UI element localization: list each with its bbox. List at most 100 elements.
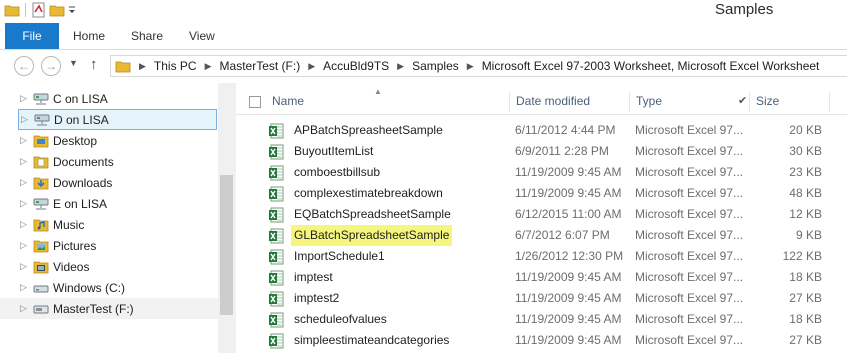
file-row[interactable]: ImportSchedule1 1/26/2012 12:30 PM Microso… xyxy=(259,246,829,267)
expand-arrow-icon[interactable]: ▷ xyxy=(20,93,30,104)
excel-file-icon xyxy=(268,270,284,289)
expand-arrow-icon[interactable]: ▷ xyxy=(20,135,30,146)
column-divider[interactable] xyxy=(509,92,510,112)
breadcrumb-accubld9ts[interactable]: AccuBld9TS xyxy=(323,59,389,73)
file-row[interactable]: APBatchSpreasheetSample 6/11/2012 4:44 PM… xyxy=(259,120,829,141)
videos-folder-icon xyxy=(33,261,49,273)
nav-item-windows-c[interactable]: ▷ Windows (C:) xyxy=(0,277,218,298)
up-one-level-icon[interactable]: ↑ xyxy=(90,56,98,73)
column-header-name[interactable]: Name xyxy=(272,88,304,114)
breadcrumb-this-pc[interactable]: This PC xyxy=(154,59,197,73)
nav-item-e-on-lisa[interactable]: ▷ E on LISA xyxy=(0,193,218,214)
chevron-right-icon[interactable]: ▶ xyxy=(139,61,146,72)
file-size: 23 KB xyxy=(789,165,822,179)
column-header-date[interactable]: Date modified xyxy=(516,88,590,114)
expand-arrow-icon[interactable]: ▷ xyxy=(20,303,30,314)
file-name: ImportSchedule1 xyxy=(294,249,385,263)
nav-item-label: Documents xyxy=(53,154,114,169)
excel-file-icon xyxy=(268,291,284,310)
nav-item-documents[interactable]: ▷ Documents xyxy=(0,151,218,172)
nav-item-label: Videos xyxy=(53,259,90,274)
nav-item-mastertest-f[interactable]: ▷ MasterTest (F:) xyxy=(0,298,218,319)
file-size: 20 KB xyxy=(789,123,822,137)
file-name: scheduleofvalues xyxy=(294,312,387,326)
nav-item-label: Downloads xyxy=(53,175,113,190)
column-divider[interactable] xyxy=(629,92,630,112)
new-folder-icon[interactable] xyxy=(49,3,65,17)
file-row[interactable]: complexestimatebreakdown 11/19/2009 9:45 … xyxy=(259,183,829,204)
tab-file[interactable]: File xyxy=(5,23,59,49)
nav-item-videos[interactable]: ▷ Videos xyxy=(0,256,218,277)
file-type: Microsoft Excel 97... xyxy=(635,144,744,158)
excel-file-icon xyxy=(268,249,284,268)
column-divider[interactable] xyxy=(749,92,750,112)
nav-item-label: E on LISA xyxy=(53,196,108,211)
forward-button[interactable]: → xyxy=(41,56,61,76)
expand-arrow-icon[interactable]: ▷ xyxy=(21,114,31,125)
local-disk-icon xyxy=(33,285,49,292)
file-date-modified: 11/19/2009 9:45 AM xyxy=(515,291,622,305)
column-header-size[interactable]: Size xyxy=(756,88,779,114)
chevron-right-icon[interactable]: ▶ xyxy=(467,61,474,72)
breadcrumb-samples[interactable]: Samples xyxy=(412,59,459,73)
file-date-modified: 6/9/2011 2:28 PM xyxy=(515,144,609,158)
expand-arrow-icon[interactable]: ▷ xyxy=(20,198,30,209)
expand-arrow-icon[interactable]: ▷ xyxy=(20,177,30,188)
address-bar[interactable]: ▶ This PC ▶ MasterTest (F:) ▶ AccuBld9TS ▶ S… xyxy=(110,55,847,77)
expand-arrow-icon[interactable]: ▷ xyxy=(20,261,30,272)
nav-item-d-on-lisa[interactable]: ▷ D on LISA xyxy=(18,109,217,130)
nav-item-desktop[interactable]: ▷ Desktop xyxy=(0,130,218,151)
file-size: 9 KB xyxy=(795,228,822,242)
expand-arrow-icon[interactable]: ▷ xyxy=(20,156,30,167)
nav-scrollbar-thumb[interactable] xyxy=(220,175,233,315)
desktop-folder-icon xyxy=(33,135,49,147)
properties-icon[interactable] xyxy=(31,2,47,18)
nav-item-label: C on LISA xyxy=(53,91,108,106)
tab-home[interactable]: Home xyxy=(73,23,105,49)
file-size: 18 KB xyxy=(789,270,822,284)
file-type: Microsoft Excel 97... xyxy=(635,249,744,263)
navigation-pane: ▷ C on LISA ▷ D on LISA ▷ Desktop ▷ Docu… xyxy=(0,83,236,353)
breadcrumb-search-filter[interactable]: Microsoft Excel 97-2003 Worksheet, Micro… xyxy=(482,59,820,73)
nav-item-downloads[interactable]: ▷ Downloads xyxy=(0,172,218,193)
file-row[interactable]: EQBatchSpreadsheetSample 6/12/2015 11:00 … xyxy=(259,204,829,225)
back-button[interactable]: ← xyxy=(14,56,34,76)
breadcrumb-mastertest[interactable]: MasterTest (F:) xyxy=(220,59,301,73)
tab-view[interactable]: View xyxy=(189,23,215,49)
file-date-modified: 11/19/2009 9:45 AM xyxy=(515,270,622,284)
nav-item-pictures[interactable]: ▷ Pictures xyxy=(0,235,218,256)
file-size: 122 KB xyxy=(782,249,822,263)
file-name: simpleestimateandcategories xyxy=(294,333,450,347)
file-row[interactable]: comboestbillsub 11/19/2009 9:45 AM Microso… xyxy=(259,162,829,183)
recent-locations-dropdown-icon[interactable]: ▼ xyxy=(69,58,78,68)
customize-dropdown-icon[interactable] xyxy=(67,3,77,17)
file-size: 27 KB xyxy=(789,291,822,305)
file-date-modified: 11/19/2009 9:45 AM xyxy=(515,333,622,347)
window-title: Samples xyxy=(715,1,774,18)
tab-share[interactable]: Share xyxy=(131,23,163,49)
file-row[interactable]: scheduleofvalues 11/19/2009 9:45 AM Micros… xyxy=(259,309,829,330)
column-divider[interactable] xyxy=(829,92,830,112)
column-header-type[interactable]: Type xyxy=(636,88,662,114)
file-date-modified: 1/26/2012 12:30 PM xyxy=(515,249,624,263)
file-row[interactable]: imptest 11/19/2009 9:45 AM Microsoft Excel… xyxy=(259,267,829,288)
file-row[interactable]: simpleestimateandcategories 11/19/2009 9:… xyxy=(259,330,829,351)
file-row[interactable]: GLBatchSpreadsheetSample 6/7/2012 6:07 PM… xyxy=(259,225,829,246)
network-drive-icon xyxy=(33,198,49,209)
chevron-right-icon[interactable]: ▶ xyxy=(308,61,315,72)
toolbar-divider xyxy=(25,3,26,17)
file-row[interactable]: BuyoutItemList 6/9/2011 2:28 PM Microsoft … xyxy=(259,141,829,162)
file-name: imptest2 xyxy=(294,291,340,305)
select-all-checkbox[interactable] xyxy=(249,96,261,108)
chevron-right-icon[interactable]: ▶ xyxy=(397,61,404,72)
expand-arrow-icon[interactable]: ▷ xyxy=(20,240,30,251)
usb-drive-icon xyxy=(33,305,49,313)
expand-arrow-icon[interactable]: ▷ xyxy=(20,219,30,230)
nav-item-c-on-lisa[interactable]: ▷ C on LISA xyxy=(0,88,218,109)
file-row[interactable]: imptest2 11/19/2009 9:45 AM Microsoft Exce… xyxy=(259,288,829,309)
excel-file-icon xyxy=(268,312,284,331)
expand-arrow-icon[interactable]: ▷ xyxy=(20,282,30,293)
nav-item-music[interactable]: ▷ Music xyxy=(0,214,218,235)
chevron-right-icon[interactable]: ▶ xyxy=(205,61,212,72)
file-type: Microsoft Excel 97... xyxy=(635,123,744,137)
